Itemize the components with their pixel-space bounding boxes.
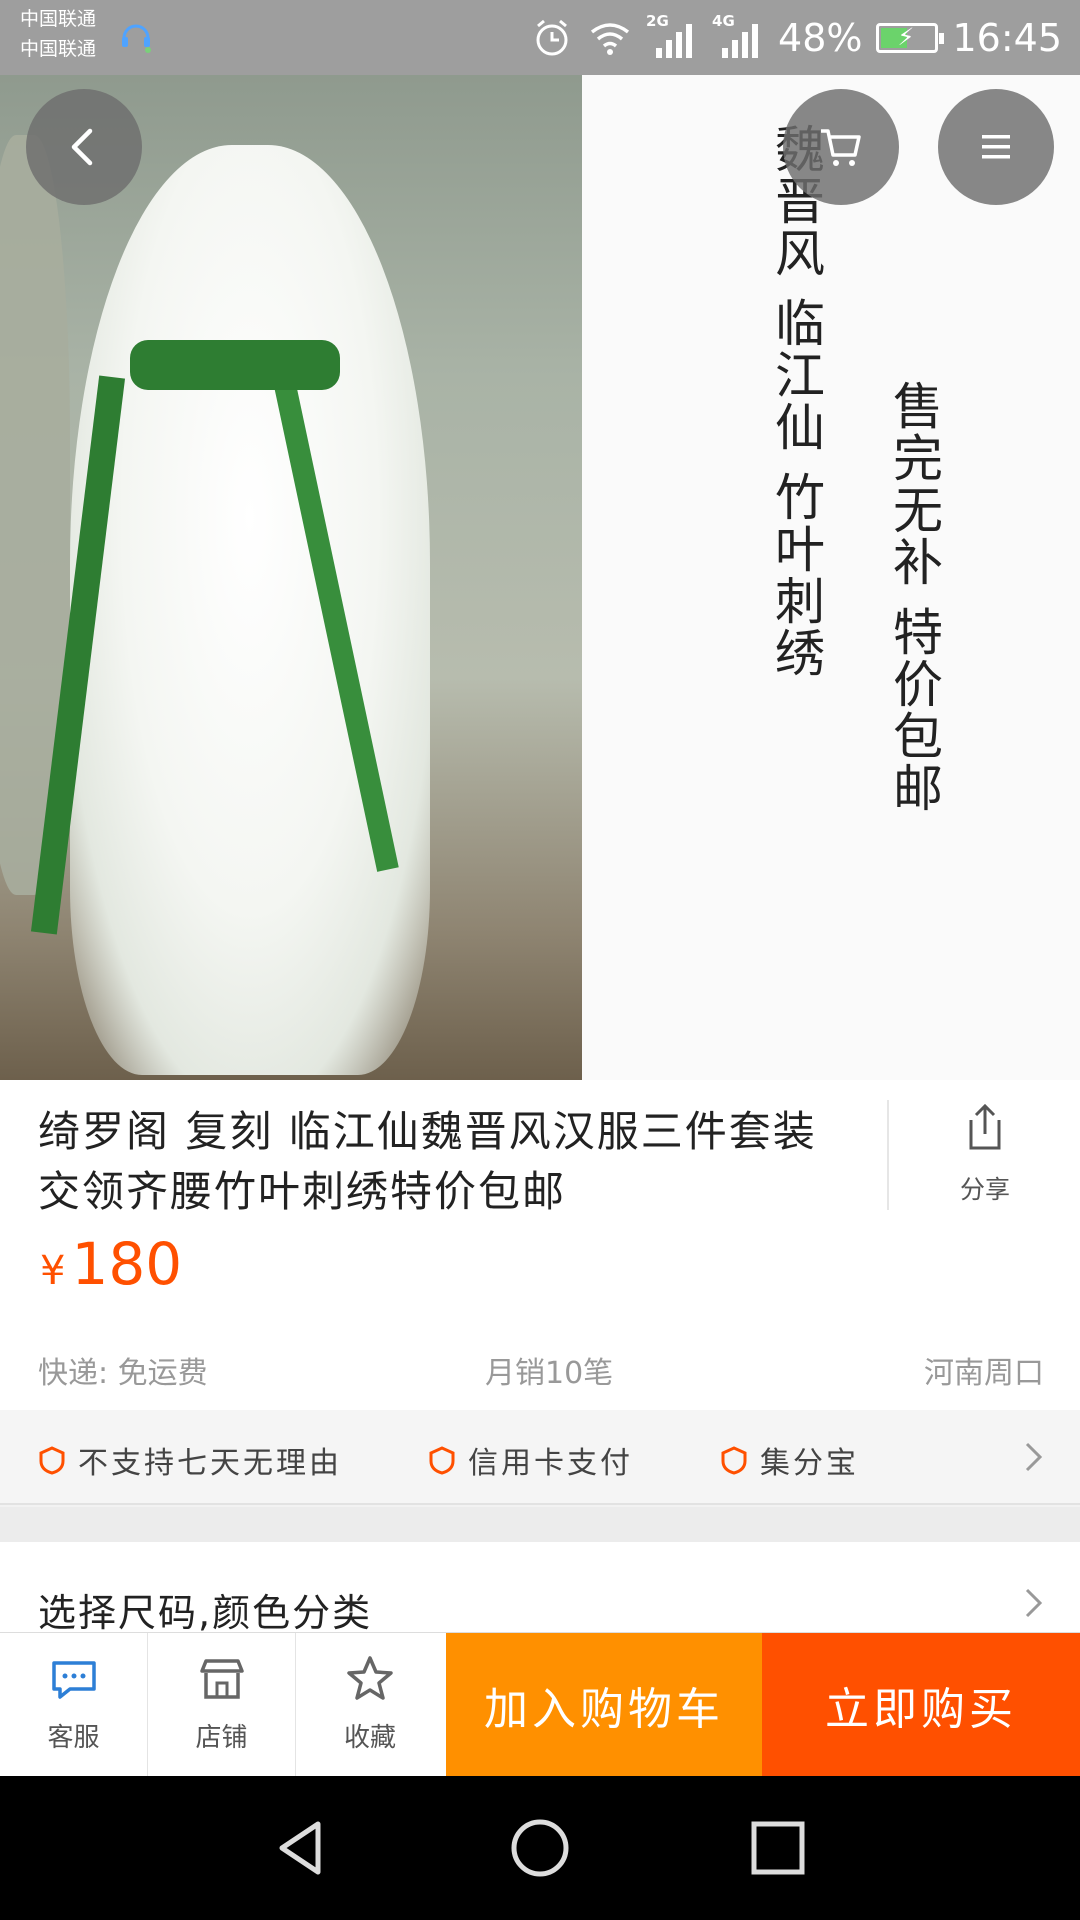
share-button[interactable]: 分享 bbox=[920, 1100, 1050, 1206]
shipping-fee: 快递: 免运费 bbox=[38, 1356, 208, 1391]
price-value: 180 bbox=[71, 1230, 183, 1298]
service-guarantees[interactable]: 不支持七天无理由 信用卡支付 集分宝 bbox=[0, 1410, 1080, 1505]
nav-home-icon[interactable] bbox=[508, 1816, 572, 1880]
service-mark-icon bbox=[721, 1446, 747, 1475]
sku-selector[interactable]: 选择尺码,颜色分类 bbox=[0, 1542, 1080, 1635]
share-icon bbox=[969, 1103, 1001, 1150]
clock: 16:45 bbox=[952, 15, 1062, 60]
image-caption-1: 魏晋风 临江仙 竹叶刺绣 bbox=[767, 123, 825, 679]
battery-icon: ⚡ bbox=[876, 22, 945, 53]
shop-icon bbox=[199, 1659, 244, 1699]
product-info: 绮罗阁 复刻 临江仙魏晋风汉服三件套装交领齐腰竹叶刺绣特价包邮 分享 ¥180 … bbox=[0, 1080, 1080, 1410]
product-detail-screen: { "status_bar": { "carrier_1": "中国联通", "… bbox=[0, 0, 1080, 1920]
section-spacer bbox=[0, 1507, 1080, 1542]
chat-icon bbox=[51, 1661, 96, 1699]
status-bar: 中国联通 中国联通 2G 4G 48% ⚡ 16:45 bbox=[0, 0, 1080, 75]
alarm-icon bbox=[536, 19, 568, 55]
shop-button[interactable]: 店铺 bbox=[148, 1633, 296, 1777]
signal-2g-icon: 2G bbox=[646, 12, 698, 62]
carrier-1: 中国联通 bbox=[20, 8, 97, 30]
buy-now-button[interactable]: 立即购买 bbox=[762, 1633, 1080, 1777]
nav-recents-icon[interactable] bbox=[746, 1816, 810, 1880]
carrier-info: 中国联通 中国联通 bbox=[20, 4, 96, 64]
product-image-gallery[interactable]: 魏晋风 临江仙 竹叶刺绣 售完无补 特价包邮 bbox=[0, 75, 1080, 1080]
wifi-icon bbox=[590, 22, 630, 55]
shop-label: 店铺 bbox=[195, 1723, 248, 1753]
service-item: 不支持七天无理由 bbox=[38, 1438, 342, 1482]
ship-from-location: 河南周口 bbox=[924, 1356, 1044, 1391]
service-mark-icon bbox=[429, 1446, 455, 1475]
battery-percent: 48% bbox=[778, 15, 863, 60]
share-label: 分享 bbox=[959, 1175, 1010, 1204]
more-menu-button[interactable] bbox=[938, 89, 1054, 205]
price: ¥180 bbox=[40, 1230, 182, 1298]
cart-icon bbox=[821, 129, 861, 166]
currency-symbol: ¥ bbox=[40, 1248, 66, 1294]
divider bbox=[887, 1100, 889, 1210]
menu-icon bbox=[982, 135, 1010, 159]
nav-back-icon[interactable] bbox=[270, 1816, 334, 1880]
favorite-button[interactable]: 收藏 bbox=[296, 1633, 444, 1777]
status-right: 2G 4G 48% ⚡ 16:45 bbox=[530, 0, 1062, 75]
service-label: 客服 bbox=[47, 1723, 100, 1753]
signal-4g-icon: 4G bbox=[712, 12, 764, 62]
carrier-2: 中国联通 bbox=[20, 38, 97, 60]
customer-service-button[interactable]: 客服 bbox=[0, 1633, 148, 1777]
sku-label: 选择尺码,颜色分类 bbox=[38, 1591, 373, 1635]
star-icon bbox=[347, 1656, 393, 1700]
add-to-cart-button[interactable]: 加入购物车 bbox=[446, 1633, 762, 1777]
system-navigation-bar bbox=[0, 1776, 1080, 1920]
product-title: 绮罗阁 复刻 临江仙魏晋风汉服三件套装交领齐腰竹叶刺绣特价包邮 bbox=[38, 1107, 817, 1216]
bottom-action-bar: 客服 店铺 收藏 加入购物车 立即购买 bbox=[0, 1632, 1080, 1777]
monthly-sales: 月销10笔 bbox=[485, 1356, 614, 1391]
favorite-label: 收藏 bbox=[343, 1723, 396, 1753]
service-item: 信用卡支付 bbox=[428, 1438, 633, 1482]
back-arrow-icon bbox=[71, 128, 93, 166]
chevron-right-icon bbox=[1025, 1588, 1043, 1618]
image-caption-2: 售完无补 特价包邮 bbox=[885, 380, 943, 814]
service-mark-icon bbox=[39, 1446, 65, 1475]
service-item: 集分宝 bbox=[720, 1438, 859, 1482]
chevron-right-icon bbox=[1025, 1442, 1043, 1472]
cart-button[interactable] bbox=[783, 89, 899, 205]
product-photo bbox=[0, 75, 582, 1080]
back-button[interactable] bbox=[26, 89, 142, 205]
headset-icon bbox=[122, 24, 151, 53]
